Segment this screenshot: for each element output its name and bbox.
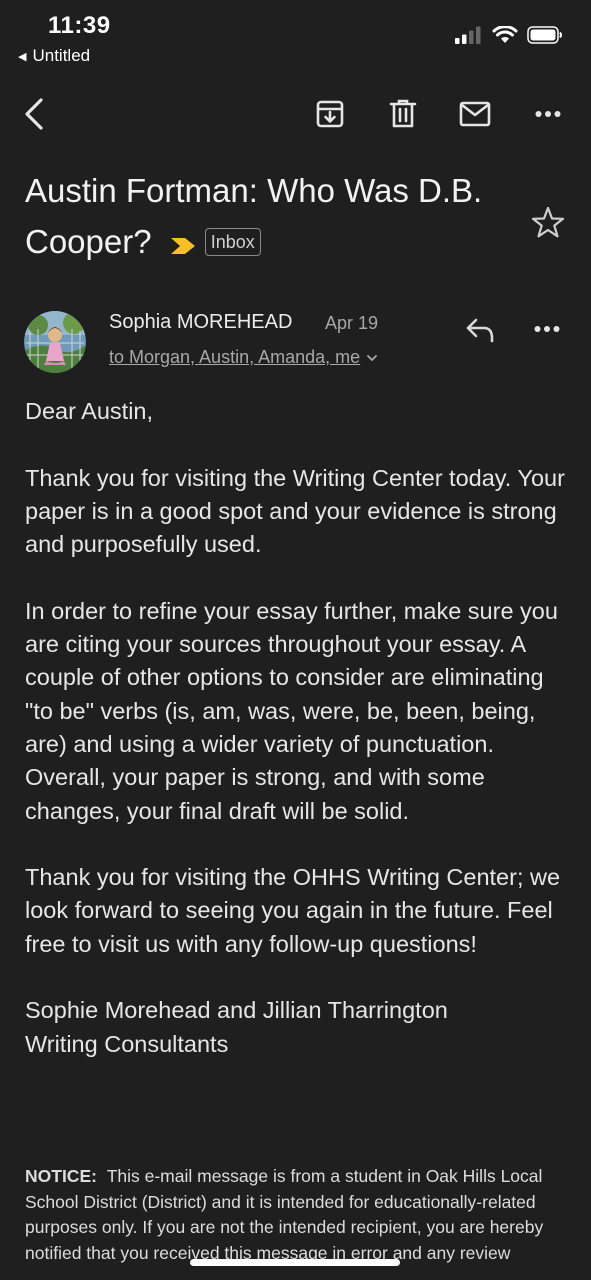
body-paragraph-2: In order to refine your essay further, m… [25, 597, 558, 824]
archive-icon [316, 100, 344, 128]
signature-line-2: Writing Consultants [25, 1030, 229, 1057]
trash-icon [389, 99, 417, 128]
message-more-button[interactable] [534, 316, 560, 347]
back-triangle-icon: ◀ [18, 50, 27, 63]
more-icon [534, 326, 560, 332]
home-indicator[interactable] [190, 1259, 400, 1266]
reply-icon [466, 318, 494, 343]
body-paragraph-1: Thank you for visiting the Writing Cente… [25, 464, 565, 558]
important-marker-icon[interactable] [169, 219, 197, 270]
inbox-label-badge[interactable]: Inbox [204, 228, 261, 257]
status-time: 11:39 [48, 12, 111, 39]
signature-line-1: Sophie Morehead and Jillian Tharrington [25, 997, 448, 1024]
wifi-icon [492, 26, 518, 43]
email-subject: Austin Fortman: Who Was D.B. Cooper? Inb… [25, 165, 505, 270]
sender-avatar[interactable] [24, 311, 86, 373]
recipients-text: to Morgan, Austin, Amanda, me [109, 347, 361, 367]
mail-icon [459, 101, 491, 127]
star-button[interactable] [531, 206, 565, 243]
notice-text: This e-mail message is from a student in… [25, 1166, 544, 1263]
email-date: Apr 19 [325, 313, 379, 333]
legal-notice: NOTICE: This e-mail message is from a st… [25, 1164, 570, 1266]
star-icon [531, 206, 565, 238]
status-icons [455, 26, 563, 44]
reply-button[interactable] [464, 316, 496, 349]
delete-button[interactable] [383, 94, 423, 134]
back-button[interactable] [14, 94, 54, 134]
mark-unread-button[interactable] [455, 94, 495, 134]
body-paragraph-3: Thank you for visiting the OHHS Writing … [25, 864, 561, 957]
archive-button[interactable] [310, 94, 350, 134]
greeting: Dear Austin, [25, 398, 154, 424]
back-to-app-link[interactable]: ◀ Untitled [18, 46, 90, 66]
more-icon [535, 111, 561, 117]
signal-icon [455, 26, 481, 44]
battery-icon [527, 26, 562, 44]
email-body: Dear Austin, Thank you for visiting the … [25, 395, 570, 1061]
notice-label: NOTICE: [25, 1166, 97, 1186]
back-app-label: Untitled [32, 46, 91, 65]
chevron-down-icon [367, 354, 378, 361]
recipients-details-toggle[interactable]: to Morgan, Austin, Amanda, me [109, 347, 378, 368]
back-arrow-icon [25, 98, 43, 130]
more-options-button[interactable] [528, 94, 568, 134]
sender-name[interactable]: Sophia MOREHEAD [109, 311, 292, 334]
